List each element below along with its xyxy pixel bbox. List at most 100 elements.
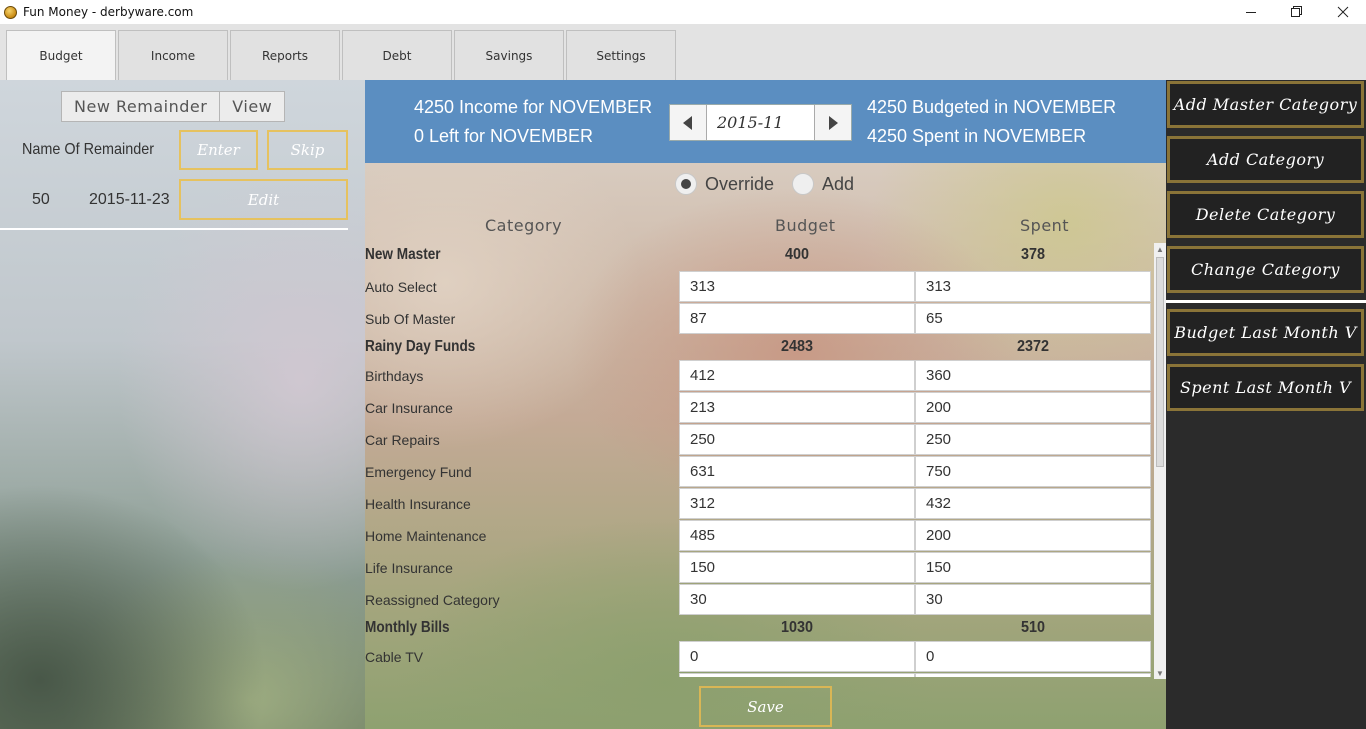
category-row: Reassigned Category 30 30 xyxy=(365,584,1151,616)
master-category-name: New Master xyxy=(365,246,441,263)
remainder-date: 2015-11-23 xyxy=(89,191,170,208)
spent-input[interactable]: 250 xyxy=(915,424,1151,455)
category-row: Sub Of Master 87 65 xyxy=(365,303,1151,335)
category-actions-panel: Add Master Category Add Category Delete … xyxy=(1166,80,1366,729)
budget-input[interactable]: 0 xyxy=(679,641,915,672)
app-coin-icon xyxy=(4,5,17,19)
category-name: Health Insurance xyxy=(365,496,471,512)
month-input[interactable]: 2015-11 xyxy=(707,105,814,140)
remainder-enter-button[interactable]: Enter xyxy=(179,130,258,170)
grid-scrollbar[interactable]: ▲ ▼ xyxy=(1154,243,1166,679)
master-spent-total: 510 xyxy=(1020,619,1046,636)
save-button[interactable]: Save xyxy=(699,686,832,727)
spent-input[interactable]: 30 xyxy=(915,584,1151,615)
minimize-icon[interactable] xyxy=(1228,0,1274,24)
add-category-button[interactable]: Add Category xyxy=(1167,136,1364,183)
scroll-thumb[interactable] xyxy=(1156,257,1164,467)
new-remainder-button[interactable]: New Remainder xyxy=(62,92,221,121)
spent-input[interactable]: 0 xyxy=(915,641,1151,672)
spent-input[interactable]: 360 xyxy=(915,360,1151,391)
spent-input[interactable]: 200 xyxy=(915,392,1151,423)
category-row: Emergency Fund 631 750 xyxy=(365,456,1151,488)
master-category-name: Monthly Bills xyxy=(365,619,450,636)
budget-input[interactable]: 87 xyxy=(679,303,915,334)
master-category-row: Monthly Bills 1030 510 xyxy=(365,616,1151,644)
remainder-button-group: New Remainder View xyxy=(61,91,286,122)
budget-input[interactable]: 485 xyxy=(679,520,915,551)
window-title: Fun Money - derbyware.com xyxy=(23,5,194,19)
tab-budget[interactable]: Budget xyxy=(6,30,116,81)
budget-input[interactable]: 30 xyxy=(679,584,915,615)
spent-summary: 4250 Spent in NOVEMBER xyxy=(867,126,1087,146)
category-row: Home Maintenance 485 200 xyxy=(365,520,1151,552)
scroll-up-icon[interactable]: ▲ xyxy=(1154,243,1166,255)
restore-icon[interactable] xyxy=(1274,0,1320,24)
category-name: Reassigned Category xyxy=(365,592,500,608)
budget-input[interactable]: 150 xyxy=(679,552,915,583)
add-label: Add xyxy=(822,173,855,194)
previous-month-button[interactable] xyxy=(670,105,707,140)
budget-input[interactable]: 213 xyxy=(679,392,915,423)
spent-input[interactable]: 432 xyxy=(915,488,1151,519)
master-budget-total: 400 xyxy=(784,246,810,263)
chevron-left-icon xyxy=(683,115,692,130)
budget-last-month-button[interactable]: Budget Last Month V xyxy=(1167,309,1364,356)
remainder-edit-button[interactable]: Edit xyxy=(179,179,348,220)
remainders-panel: New Remainder View Name Of Remainder Ent… xyxy=(0,80,365,729)
remainder-divider xyxy=(0,228,348,230)
tab-debt[interactable]: Debt xyxy=(342,30,452,80)
spent-input[interactable]: 313 xyxy=(915,271,1151,302)
category-row: Health Insurance 312 432 xyxy=(365,488,1151,520)
category-name: Home Maintenance xyxy=(365,528,487,544)
remainder-name: Name Of Remainder xyxy=(22,141,155,158)
tab-reports[interactable]: Reports xyxy=(230,30,340,80)
scroll-down-icon[interactable]: ▼ xyxy=(1154,667,1166,679)
category-name: Sub Of Master xyxy=(365,311,456,327)
category-name: Car Repairs xyxy=(365,432,440,448)
category-name: Cable TV xyxy=(365,649,424,665)
tab-savings[interactable]: Savings xyxy=(454,30,564,80)
next-month-button[interactable] xyxy=(814,105,851,140)
change-category-button[interactable]: Change Category xyxy=(1167,246,1364,293)
spent-input[interactable]: 150 xyxy=(915,552,1151,583)
master-spent-total: 2372 xyxy=(1016,338,1050,355)
master-category-row: New Master 400 378 xyxy=(365,243,1151,271)
category-row: Birthdays 412 360 xyxy=(365,360,1151,392)
master-budget-total: 1030 xyxy=(780,619,814,636)
budget-input[interactable]: 312 xyxy=(679,488,915,519)
budget-input[interactable]: 313 xyxy=(679,271,915,302)
add-master-category-button[interactable]: Add Master Category xyxy=(1167,81,1364,128)
add-radio[interactable] xyxy=(792,173,815,195)
spent-input[interactable]: 65 xyxy=(915,303,1151,334)
view-remainders-button[interactable]: View xyxy=(220,92,284,121)
delete-category-button[interactable]: Delete Category xyxy=(1167,191,1364,238)
spent-input[interactable]: 200 xyxy=(915,520,1151,551)
budget-input[interactable]: 250 xyxy=(679,424,915,455)
category-name: Life Insurance xyxy=(365,560,453,576)
title-bar: Fun Money - derbyware.com xyxy=(0,0,1366,24)
master-budget-total: 2483 xyxy=(780,338,814,355)
spent-last-month-button[interactable]: Spent Last Month V xyxy=(1167,364,1364,411)
category-name: Car Insurance xyxy=(365,400,453,416)
tab-income[interactable]: Income xyxy=(118,30,228,80)
actions-divider xyxy=(1166,300,1366,303)
spent-input[interactable]: 750 xyxy=(915,456,1151,487)
override-radio[interactable] xyxy=(675,173,697,195)
mode-radio-group: Override Add xyxy=(675,173,872,195)
budget-input[interactable] xyxy=(679,673,915,677)
budget-column-header: Budget xyxy=(775,216,836,235)
remainder-amount: 50 xyxy=(32,191,50,208)
budget-input[interactable]: 412 xyxy=(679,360,915,391)
category-name: Birthdays xyxy=(365,368,424,384)
close-icon[interactable] xyxy=(1320,0,1366,24)
left-summary: 0 Left for NOVEMBER xyxy=(414,126,594,146)
category-column-header: Category xyxy=(485,216,563,235)
budgeted-summary: 4250 Budgeted in NOVEMBER xyxy=(867,97,1117,117)
month-summary-header: 4250 Income for NOVEMBER 0 Left for NOVE… xyxy=(365,80,1166,163)
category-name: Emergency Fund xyxy=(365,464,472,480)
budget-input[interactable]: 631 xyxy=(679,456,915,487)
category-row: Car Repairs 250 250 xyxy=(365,424,1151,456)
tab-settings[interactable]: Settings xyxy=(566,30,676,80)
spent-input[interactable] xyxy=(915,673,1151,677)
remainder-skip-button[interactable]: Skip xyxy=(267,130,348,170)
